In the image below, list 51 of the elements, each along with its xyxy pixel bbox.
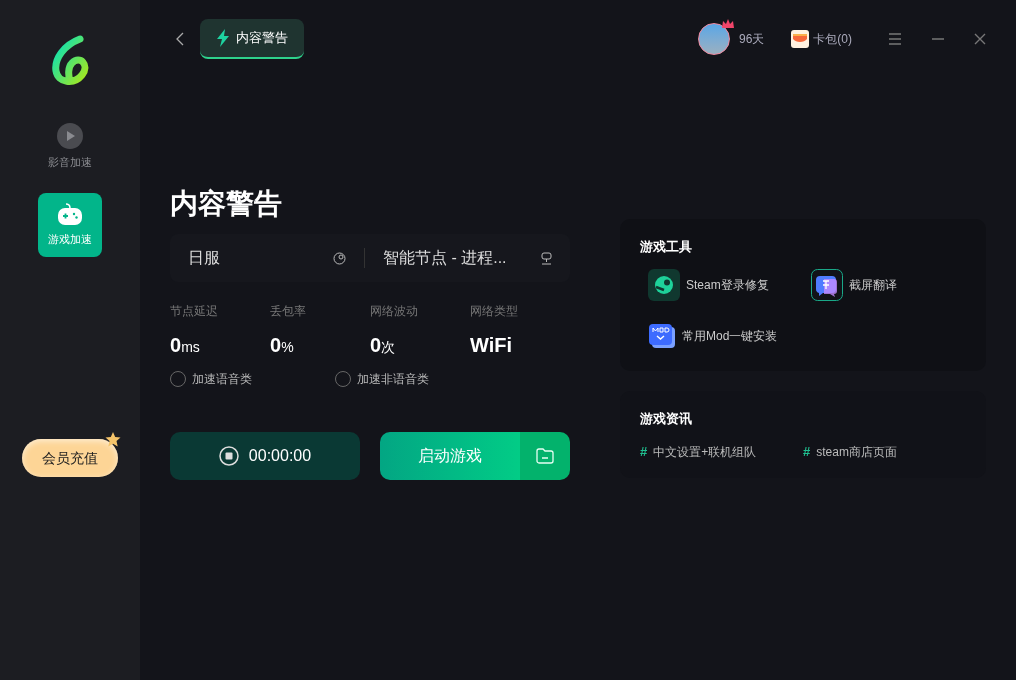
menu-button[interactable] bbox=[888, 33, 902, 45]
folder-button[interactable] bbox=[520, 432, 570, 480]
stop-icon bbox=[218, 446, 239, 466]
close-button[interactable] bbox=[974, 33, 986, 45]
timer-button[interactable]: 00:00:00 bbox=[170, 432, 360, 480]
card-title: 游戏工具 bbox=[640, 238, 693, 256]
stat-value: WiFi bbox=[470, 333, 514, 358]
wallet-icon bbox=[791, 30, 810, 48]
play-icon bbox=[57, 123, 83, 150]
option-label: 加速非语音类 bbox=[357, 371, 429, 388]
server-node-icon bbox=[541, 251, 552, 265]
tool-item[interactable]: 常用Mod一键安装 bbox=[640, 322, 803, 349]
option-label: 加速语音类 bbox=[192, 371, 252, 388]
translate-bubble-icon bbox=[811, 268, 843, 301]
news-link[interactable]: # steam商店页面 bbox=[803, 442, 966, 462]
link-label: 中文设置+联机组队 bbox=[653, 443, 757, 461]
app-logo bbox=[50, 35, 90, 85]
news-link[interactable]: # 中文设置+联机组队 bbox=[640, 442, 803, 462]
wallet-button[interactable]: 卡包(0) bbox=[791, 30, 852, 48]
stat-value: 0ms bbox=[170, 333, 201, 358]
member-days: 96天 bbox=[738, 30, 765, 48]
region-selector[interactable]: 日服 bbox=[170, 234, 364, 282]
sidebar-item[interactable]: 影音加速 bbox=[38, 115, 102, 179]
stat-label: 网络类型 bbox=[470, 303, 519, 320]
stat-label: 丢包率 bbox=[270, 303, 307, 320]
card-title: 游戏资讯 bbox=[640, 409, 693, 428]
gamepad-icon bbox=[57, 202, 83, 227]
game-tab[interactable]: 内容警告 bbox=[200, 19, 304, 59]
tool-item[interactable]: 截屏翻译 bbox=[803, 268, 966, 301]
vip-recharge-button[interactable]: 会员充值 bbox=[22, 439, 118, 477]
node-selector[interactable]: 智能节点 - 进程... bbox=[365, 234, 570, 282]
link-label: steam商店页面 bbox=[816, 443, 897, 461]
lightning-icon bbox=[216, 29, 230, 47]
close-icon bbox=[974, 33, 986, 45]
chevron-left-icon bbox=[176, 32, 184, 46]
menu-icon bbox=[888, 33, 902, 45]
globe-icon bbox=[333, 251, 346, 265]
stat-value: 0次 bbox=[370, 333, 397, 358]
hash-mark: # bbox=[640, 443, 648, 461]
game-title: 内容警告 bbox=[170, 190, 283, 218]
mod-download-icon bbox=[648, 322, 676, 349]
crown-icon bbox=[721, 19, 734, 29]
avatar[interactable] bbox=[697, 23, 730, 55]
stat-label: 网络波动 bbox=[370, 303, 419, 320]
minimize-icon bbox=[932, 38, 944, 40]
stat-label: 节点延迟 bbox=[170, 303, 219, 320]
folder-icon bbox=[536, 448, 554, 464]
hash-mark: # bbox=[803, 443, 811, 461]
tool-item[interactable]: Steam登录修复 bbox=[640, 268, 803, 301]
star-icon bbox=[104, 431, 122, 449]
stat-value: 0% bbox=[270, 333, 295, 358]
